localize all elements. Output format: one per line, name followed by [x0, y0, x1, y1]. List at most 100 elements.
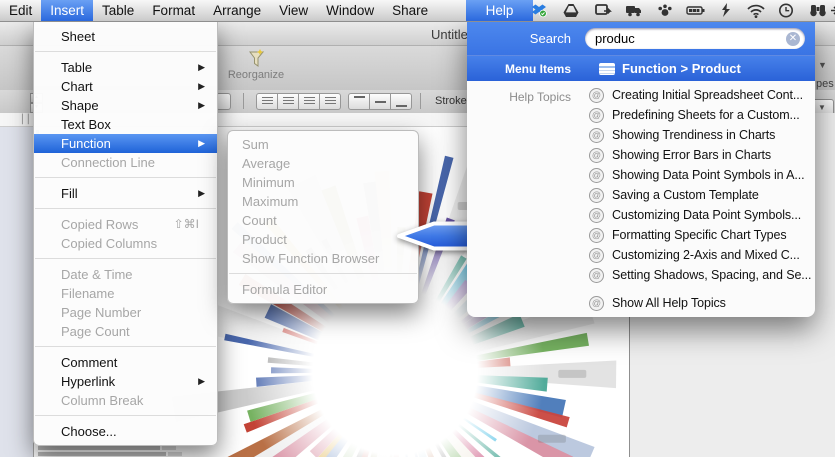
submenu-arrow-icon: ▶ [198, 100, 205, 110]
menu-item-label: Maximum [242, 194, 299, 209]
menubar-item-label: Help [485, 3, 514, 18]
sheets-sidebar[interactable] [0, 127, 34, 457]
help-topic-label: Showing Trendiness in Charts [612, 128, 776, 142]
help-topic-label: Showing Error Bars in Charts [612, 148, 772, 162]
help-topic-item[interactable]: @ Showing Trendiness in Charts [585, 125, 815, 145]
align-middle-button[interactable] [370, 93, 391, 110]
menu-item-result-row[interactable]: Menu Items Function > Product [467, 55, 815, 81]
align-left-button[interactable] [256, 93, 278, 110]
dropbox-icon[interactable] [530, 2, 548, 19]
background-table [38, 446, 182, 457]
sync-window-icon[interactable] [594, 2, 612, 19]
help-topic-item[interactable]: @ Customizing 2-Axis and Mixed C... [585, 245, 815, 265]
menu-item-choose[interactable]: Choose... [34, 422, 217, 441]
help-topic-item[interactable]: @ Creating Initial Spreadsheet Cont... [585, 85, 815, 105]
menubar-item-label: Format [152, 3, 196, 18]
function-submenu: Sum Average Minimum Maximum Count Product Show… [227, 130, 419, 304]
menu-item-label: Page Count [61, 324, 130, 339]
menu-item-label: Shape [61, 98, 99, 113]
align-right-button[interactable] [299, 93, 320, 110]
help-topic-item[interactable]: @ Show All Help Topics [585, 293, 815, 313]
help-topics-section-label: Help Topics [509, 90, 571, 104]
google-drive-icon[interactable] [562, 2, 580, 19]
help-topic-item[interactable]: @ Customizing Data Point Symbols... [585, 205, 815, 225]
menu-item-chart[interactable]: Chart ▶ [34, 77, 217, 96]
help-topics-section: Help Topics @ Creating Initial Spreadshee… [467, 81, 815, 313]
wifi-icon[interactable] [746, 2, 765, 19]
help-topic-icon: @ [589, 127, 604, 143]
time-machine-icon[interactable] [777, 2, 795, 19]
search-label: Search [529, 31, 571, 46]
menubar-item-label: Share [392, 3, 429, 18]
help-topic-label: Saving a Custom Template [612, 188, 759, 202]
menu-separator [35, 208, 216, 209]
menu-item-label: Date & Time [61, 267, 133, 282]
help-topic-item[interactable]: @ Formatting Specific Chart Types [585, 225, 815, 245]
menu-item-label: Table [61, 60, 93, 75]
background-table-row [38, 452, 182, 456]
menu-item-sum: Sum [228, 135, 418, 154]
menubar-item-help[interactable]: Help [466, 0, 533, 21]
menu-item-formula-editor: Formula Editor [228, 280, 418, 299]
partial-format-button[interactable] [216, 93, 231, 110]
menu-item-label: Connection Line [61, 155, 155, 170]
menu-item-label: Function [61, 136, 111, 151]
menu-item-maximum: Maximum [228, 192, 418, 211]
align-center-button[interactable] [278, 93, 299, 110]
menu-item-label: Show Function Browser [242, 251, 380, 266]
help-topic-item[interactable]: @ Setting Shadows, Spacing, and Se... [585, 265, 815, 285]
menu-item-function[interactable]: Function ▶ [34, 134, 217, 153]
menubar-item-table[interactable]: Table [93, 0, 143, 21]
submenu-arrow-icon: ▶ [198, 376, 205, 386]
menubar-item-view[interactable]: View [270, 0, 317, 21]
bolt-icon[interactable] [717, 2, 735, 19]
menu-item-text-box[interactable]: Text Box [34, 115, 217, 134]
battery-icon[interactable] [686, 2, 705, 19]
menu-items-section-label: Menu Items [504, 61, 571, 76]
menu-item-label: Column Break [61, 393, 144, 408]
menu-item-shape[interactable]: Shape ▶ [34, 96, 217, 115]
menubar-item-share[interactable]: Share [383, 0, 437, 21]
align-bottom-button[interactable] [391, 93, 412, 110]
menu-item-sheet[interactable]: Sheet [34, 27, 217, 46]
stroke-label: Stroke: [435, 95, 470, 107]
help-topic-label: Show All Help Topics [612, 296, 726, 310]
paw-icon[interactable] [656, 2, 674, 19]
menu-item-label: Copied Columns [61, 236, 158, 251]
menu-item-label: Copied Rows [61, 217, 139, 232]
partial-status-icon[interactable] [831, 2, 835, 19]
reorganize-button[interactable]: Reorganize [222, 48, 290, 81]
help-topic-icon: @ [589, 87, 604, 103]
menubar-item-window[interactable]: Window [317, 0, 383, 21]
menubar-item-arrange[interactable]: Arrange [204, 0, 270, 21]
menubar-item-insert[interactable]: Insert [41, 0, 94, 21]
align-top-button[interactable] [348, 93, 370, 110]
search-clear-icon[interactable]: ✕ [786, 31, 800, 46]
help-topic-item[interactable]: @ Saving a Custom Template [585, 185, 815, 205]
menubar-item-label: View [279, 3, 309, 18]
background-table-row [38, 446, 182, 450]
help-menu-panel: Search produc ✕ Menu Items Function > Pr… [467, 22, 815, 317]
help-topic-item[interactable]: @ Showing Data Point Symbols in A... [585, 165, 815, 185]
help-topic-item[interactable]: @ Predefining Sheets for a Custom... [585, 105, 815, 125]
menu-bar: Edit Insert Table Format Arrange View Window Sh… [0, 0, 835, 22]
truck-icon[interactable] [625, 2, 643, 19]
menu-item-result-label: Function > Product [622, 61, 741, 76]
menu-item-hyperlink[interactable]: Hyperlink ▶ [34, 372, 217, 391]
help-topic-icon: @ [589, 267, 604, 283]
menu-item-table[interactable]: Table ▶ [34, 58, 217, 77]
menu-item-minimum: Minimum [228, 173, 418, 192]
menu-item-connection-line: Connection Line [34, 153, 217, 172]
menu-separator [35, 415, 216, 416]
menubar-item-label: Insert [50, 3, 85, 18]
help-topic-item[interactable]: @ Showing Error Bars in Charts [585, 145, 815, 165]
search-input[interactable]: produc ✕ [585, 28, 805, 49]
menubar-item-edit[interactable]: Edit [0, 0, 41, 21]
align-justify-button[interactable] [320, 93, 341, 110]
menu-item-fill[interactable]: Fill ▶ [34, 184, 217, 203]
menubar-item-format[interactable]: Format [143, 0, 204, 21]
help-topic-label: Customizing 2-Axis and Mixed C... [612, 248, 800, 262]
menu-separator [35, 258, 216, 259]
menu-item-comment[interactable]: Comment [34, 353, 217, 372]
binoculars-icon[interactable] [808, 2, 826, 19]
